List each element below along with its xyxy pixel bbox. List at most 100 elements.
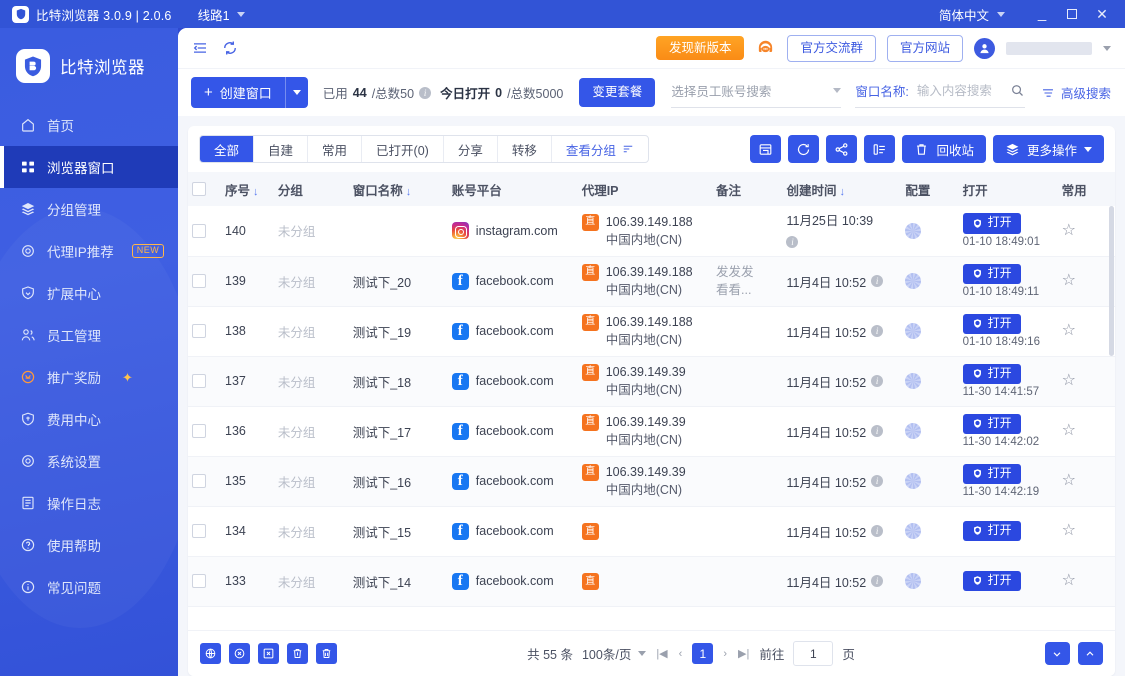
row-checkbox[interactable] (192, 474, 206, 488)
info-icon[interactable]: i (786, 236, 798, 248)
close-button[interactable]: ✕ (1087, 1, 1117, 27)
open-button[interactable]: 打开 (963, 571, 1021, 592)
table-row[interactable]: 136 未分组 测试下_17 facebook.com 直 106.39.149… (188, 406, 1115, 456)
row-config[interactable] (901, 406, 958, 456)
fingerprint-config-icon[interactable] (905, 423, 921, 439)
chevron-down-icon[interactable] (1045, 642, 1070, 665)
row-window-name[interactable]: 测试下_15 (349, 506, 448, 556)
sidebar-item-group-management[interactable]: 分组管理 (0, 188, 178, 230)
info-icon[interactable]: i (871, 275, 883, 287)
minimize-button[interactable]: _ (1027, 1, 1057, 27)
search-icon[interactable] (1010, 83, 1025, 98)
route-selector[interactable]: 线路1 (198, 5, 245, 24)
row-checkbox[interactable] (192, 274, 206, 288)
row-checkbox[interactable] (192, 374, 206, 388)
info-icon[interactable]: i (871, 425, 883, 437)
select-all-checkbox[interactable] (192, 182, 206, 196)
headset-icon[interactable] (755, 38, 776, 59)
row-window-name[interactable]: 测试下_18 (349, 356, 448, 406)
page-number-1[interactable]: 1 (692, 643, 713, 664)
row-config[interactable] (901, 456, 958, 506)
table-row[interactable]: 135 未分组 测试下_16 facebook.com 直 106.39.149… (188, 456, 1115, 506)
scrollbar-thumb[interactable] (1109, 206, 1114, 356)
delete-icon[interactable] (316, 643, 337, 664)
fingerprint-config-icon[interactable] (905, 323, 921, 339)
fingerprint-config-icon[interactable] (905, 573, 921, 589)
row-config[interactable] (901, 256, 958, 306)
fingerprint-config-icon[interactable] (905, 223, 921, 239)
vertical-scrollbar[interactable] (1109, 206, 1114, 630)
table-row[interactable]: 134 未分组 测试下_15 facebook.com 直 11月4日 10:5… (188, 506, 1115, 556)
row-config[interactable] (901, 206, 958, 256)
info-icon[interactable]: i (871, 475, 883, 487)
row-window-name[interactable]: 测试下_17 (349, 406, 448, 456)
favorite-star-icon[interactable]: ☆ (1062, 222, 1076, 239)
row-config[interactable] (901, 556, 958, 606)
tab-view-groups[interactable]: 查看分组 (552, 136, 648, 162)
row-window-name[interactable] (349, 206, 448, 256)
row-window-name[interactable]: 测试下_20 (349, 256, 448, 306)
sidebar-item-employee-management[interactable]: 员工管理 (0, 314, 178, 356)
recycle-bin-button[interactable]: 回收站 (902, 135, 986, 163)
favorite-star-icon[interactable]: ☆ (1062, 272, 1076, 289)
sidebar-item-browser-windows[interactable]: 浏览器窗口 (0, 146, 178, 188)
favorite-star-icon[interactable]: ☆ (1062, 372, 1076, 389)
next-page-button[interactable]: › (722, 648, 728, 660)
globe-batch-icon[interactable] (200, 643, 221, 664)
fingerprint-config-icon[interactable] (905, 473, 921, 489)
tab-transfer[interactable]: 转移 (498, 136, 552, 162)
sidebar-item-system-settings[interactable]: 系统设置 (0, 440, 178, 482)
chevron-up-icon[interactable] (1078, 642, 1103, 665)
sidebar-item-proxy-ip[interactable]: 代理IP推荐 NEW (0, 230, 178, 272)
fingerprint-config-icon[interactable] (905, 373, 921, 389)
favorite-star-icon[interactable]: ☆ (1062, 522, 1076, 539)
open-button[interactable]: 打开 (963, 464, 1021, 485)
table-row[interactable]: 137 未分组 测试下_18 facebook.com 直 106.39.149… (188, 356, 1115, 406)
maximize-button[interactable] (1057, 1, 1087, 27)
favorite-star-icon[interactable]: ☆ (1062, 322, 1076, 339)
share-icon[interactable] (826, 135, 857, 163)
official-group-button[interactable]: 官方交流群 (787, 35, 876, 62)
column-settings-icon[interactable] (864, 135, 895, 163)
col-index[interactable]: 序号↓ (221, 172, 274, 206)
info-icon[interactable]: i (871, 575, 883, 587)
employee-select[interactable]: 选择员工账号搜索 (671, 78, 841, 108)
row-checkbox[interactable] (192, 524, 206, 538)
page-size-select[interactable]: 100条/页 (582, 644, 646, 663)
sidebar-item-promotion-reward[interactable]: 推广奖励 ✦ (0, 356, 178, 398)
export-icon[interactable] (750, 135, 781, 163)
row-checkbox[interactable] (192, 324, 206, 338)
tab-favorites[interactable]: 常用 (308, 136, 362, 162)
sidebar-item-faq[interactable]: 常见问题 (0, 566, 178, 608)
favorite-star-icon[interactable]: ☆ (1062, 422, 1076, 439)
table-row[interactable]: 138 未分组 测试下_19 facebook.com 直 106.39.149… (188, 306, 1115, 356)
favorite-star-icon[interactable]: ☆ (1062, 472, 1076, 489)
row-config[interactable] (901, 306, 958, 356)
row-checkbox[interactable] (192, 424, 206, 438)
row-checkbox[interactable] (192, 574, 206, 588)
table-row[interactable]: 133 未分组 测试下_14 facebook.com 直 11月4日 10:5… (188, 556, 1115, 606)
row-config[interactable] (901, 356, 958, 406)
change-plan-button[interactable]: 变更套餐 (579, 78, 655, 107)
create-window-main[interactable]: + 创建窗口 (191, 77, 285, 108)
user-avatar-icon[interactable] (974, 38, 995, 59)
refresh-circle-icon[interactable] (788, 135, 819, 163)
open-button[interactable]: 打开 (963, 414, 1021, 435)
chevron-down-icon[interactable] (1103, 46, 1111, 51)
table-row[interactable]: 140 未分组 instagram.com 直 106.39.149.188 中… (188, 206, 1115, 256)
sidebar-item-extension-center[interactable]: 扩展中心 (0, 272, 178, 314)
create-window-dropdown[interactable] (286, 77, 308, 108)
language-selector[interactable]: 简体中文 (939, 5, 1005, 24)
close-square-icon[interactable] (258, 643, 279, 664)
new-version-button[interactable]: 发现新版本 (656, 36, 745, 61)
recycle-icon[interactable] (287, 643, 308, 664)
fingerprint-config-icon[interactable] (905, 273, 921, 289)
tab-shared[interactable]: 分享 (444, 136, 498, 162)
open-button[interactable]: 打开 (963, 264, 1021, 285)
create-window-button[interactable]: + 创建窗口 (191, 77, 308, 108)
refresh-icon[interactable] (221, 39, 239, 57)
fingerprint-config-icon[interactable] (905, 523, 921, 539)
col-window-name[interactable]: 窗口名称↓ (349, 172, 448, 206)
tab-opened[interactable]: 已打开(0) (362, 136, 444, 162)
row-config[interactable] (901, 506, 958, 556)
